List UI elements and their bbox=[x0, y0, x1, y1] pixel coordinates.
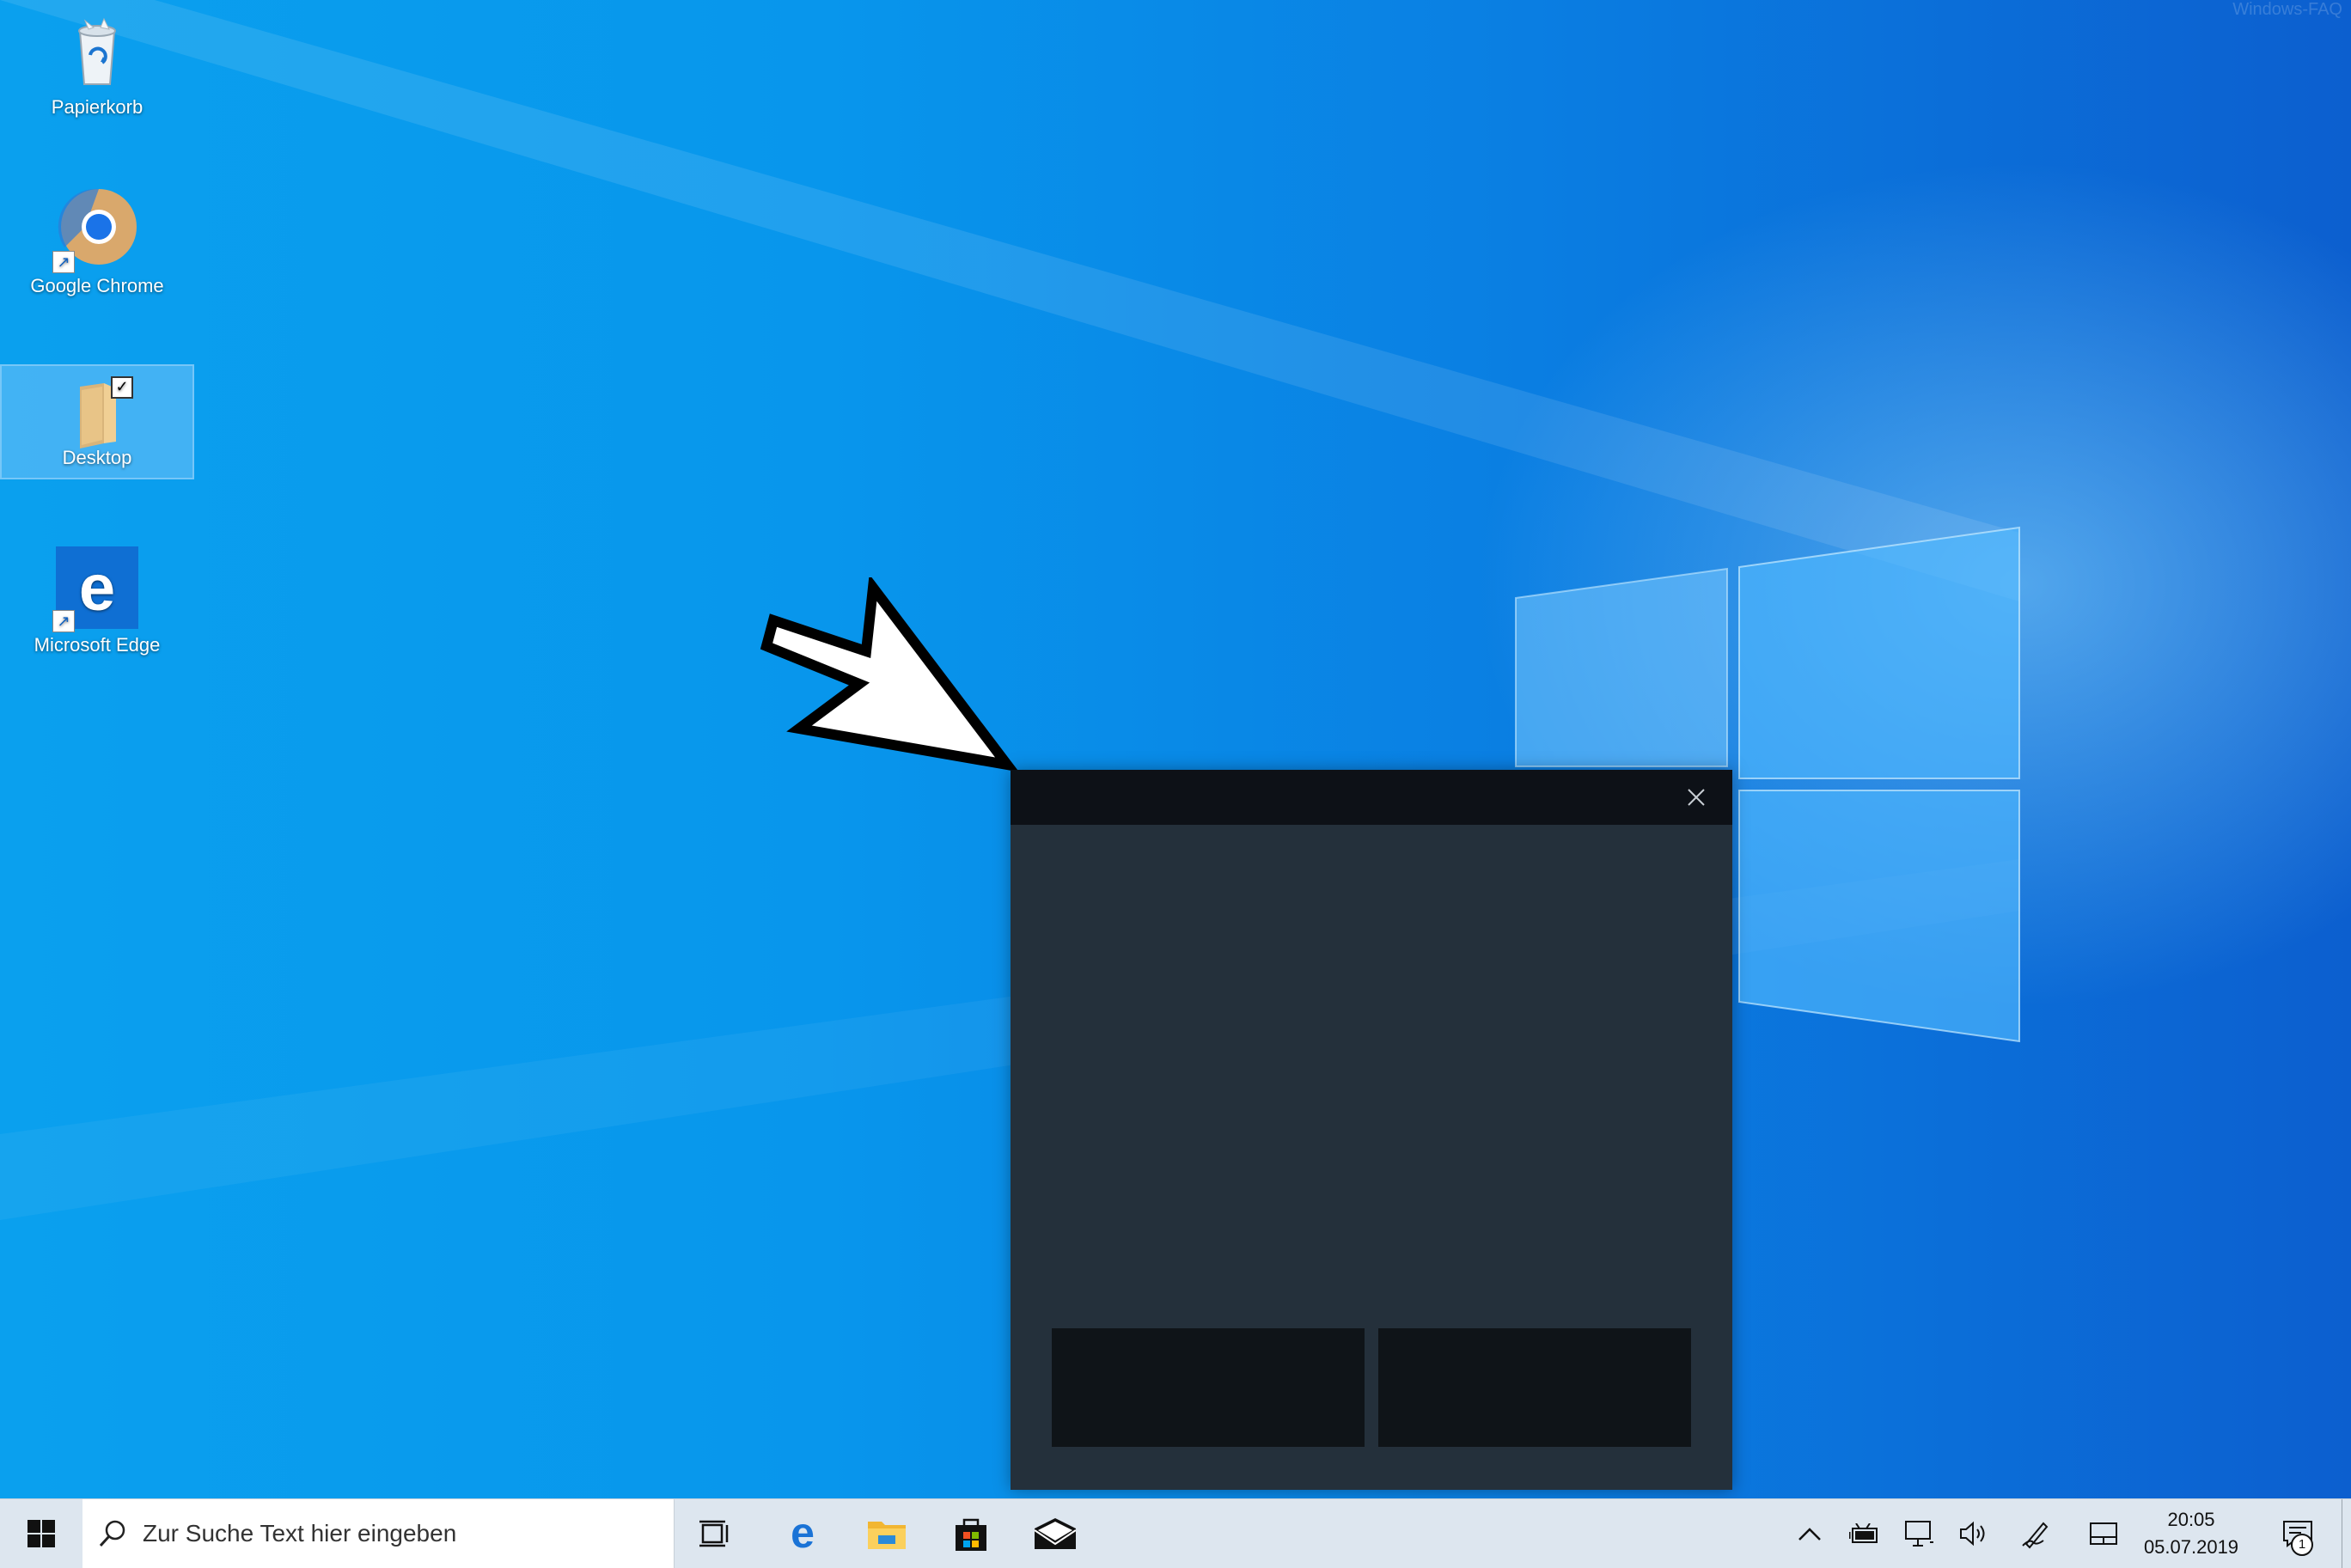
edge-icon: e bbox=[791, 1515, 815, 1553]
taskbar-mail-button[interactable] bbox=[1014, 1499, 1096, 1568]
folder-icon: ✓ bbox=[56, 371, 138, 454]
desktop-icon-label: Google Chrome bbox=[30, 275, 164, 296]
task-view-icon bbox=[699, 1520, 729, 1547]
pointer-arrow-icon bbox=[760, 577, 1019, 772]
windows-ink-button[interactable] bbox=[2009, 1499, 2064, 1568]
task-view-button[interactable] bbox=[674, 1499, 756, 1568]
network-icon bbox=[1905, 1521, 1933, 1547]
battery-icon bbox=[1849, 1523, 1878, 1543]
desktop-icon-microsoft-edge[interactable]: e ↗ Microsoft Edge bbox=[2, 546, 192, 656]
clock-date: 05.07.2019 bbox=[2143, 1536, 2239, 1558]
show-hidden-icons-button[interactable] bbox=[1782, 1499, 1837, 1568]
recycle-bin-icon bbox=[56, 9, 138, 91]
desktop-icon-google-chrome[interactable]: ↗ Google Chrome bbox=[2, 187, 192, 297]
chevron-up-icon bbox=[1798, 1528, 1821, 1541]
touchpad-surface[interactable] bbox=[1011, 825, 1732, 1315]
chrome-icon: ↗ bbox=[52, 187, 138, 273]
desktop-icon-desktop-folder[interactable]: ✓ Desktop bbox=[0, 364, 194, 479]
selection-checkbox[interactable]: ✓ bbox=[111, 376, 133, 399]
taskbar-file-explorer-button[interactable] bbox=[846, 1499, 928, 1568]
search-placeholder: Zur Suche Text hier eingeben bbox=[143, 1520, 457, 1547]
svg-text:e: e bbox=[79, 552, 115, 625]
network-button[interactable] bbox=[1892, 1499, 1947, 1568]
show-desktop-button[interactable] bbox=[2342, 1499, 2351, 1568]
volume-button[interactable] bbox=[1947, 1499, 2002, 1568]
touchpad-right-button[interactable] bbox=[1378, 1328, 1691, 1447]
search-icon bbox=[99, 1520, 125, 1547]
action-center-button[interactable]: 1 bbox=[2270, 1499, 2325, 1568]
touchpad-icon bbox=[2090, 1522, 2117, 1545]
desktop-icon-recycle-bin[interactable]: Papierkorb bbox=[2, 9, 192, 119]
watermark: Windows-FAQ bbox=[2232, 0, 2342, 19]
pen-icon bbox=[2022, 1522, 2049, 1549]
desktop-icon-label: Microsoft Edge bbox=[34, 634, 161, 656]
store-icon bbox=[956, 1518, 986, 1551]
notification-badge: 1 bbox=[2291, 1534, 2313, 1556]
touchpad-left-button[interactable] bbox=[1052, 1328, 1365, 1447]
start-button[interactable] bbox=[0, 1499, 82, 1568]
clock[interactable]: 20:05 05.07.2019 bbox=[2131, 1499, 2251, 1568]
desktop-icon-label: Papierkorb bbox=[51, 96, 144, 118]
windows-logo-icon bbox=[27, 1520, 55, 1547]
search-input[interactable]: Zur Suche Text hier eingeben bbox=[82, 1499, 675, 1568]
window-titlebar[interactable] bbox=[1011, 770, 1732, 825]
touchpad-button[interactable] bbox=[2076, 1499, 2131, 1568]
mail-icon bbox=[1035, 1518, 1076, 1549]
shortcut-arrow-icon: ↗ bbox=[52, 610, 75, 632]
taskbar: Zur Suche Text hier eingeben e 20:05 05.… bbox=[0, 1498, 2351, 1568]
svg-text:e: e bbox=[791, 1515, 815, 1553]
close-icon[interactable] bbox=[1681, 782, 1712, 813]
clock-time: 20:05 bbox=[2167, 1509, 2215, 1530]
taskbar-edge-button[interactable]: e bbox=[761, 1499, 844, 1568]
taskbar-store-button[interactable] bbox=[930, 1499, 1012, 1568]
virtual-touchpad-window[interactable] bbox=[1011, 770, 1732, 1490]
shortcut-arrow-icon: ↗ bbox=[52, 251, 75, 273]
battery-button[interactable] bbox=[1837, 1499, 1892, 1568]
volume-icon bbox=[1960, 1521, 1985, 1547]
edge-icon: e ↗ bbox=[52, 546, 138, 632]
file-explorer-icon bbox=[868, 1522, 906, 1549]
desktop: Windows-FAQ Papierkorb ↗ Google Chrome ✓… bbox=[0, 0, 2351, 1498]
